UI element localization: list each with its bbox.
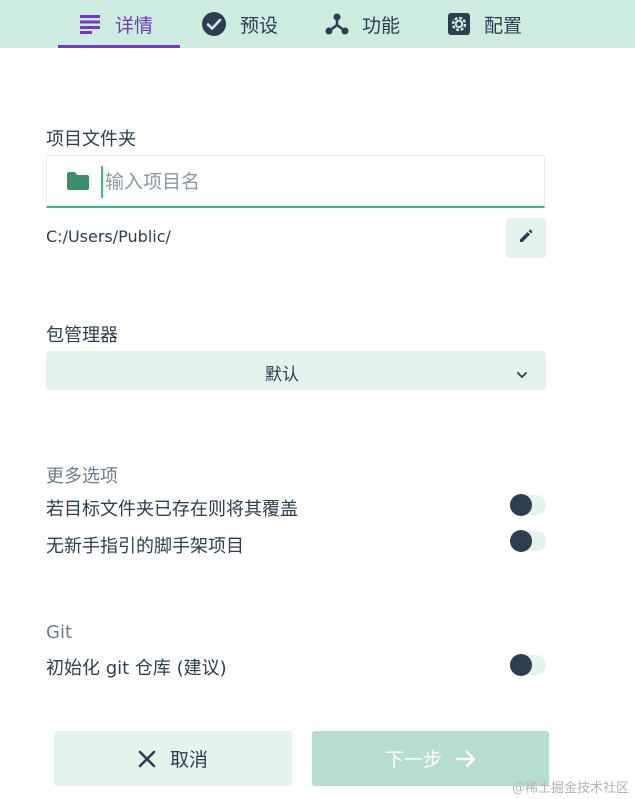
package-manager-select[interactable]: 默认 [46,351,546,390]
close-icon [138,750,156,768]
tab-config-label: 配置 [484,14,523,37]
folder-icon [67,172,89,194]
tab-config[interactable]: 配置 [447,0,522,48]
init-git-option-label: 初始化 git 仓库 (建议) [46,658,227,679]
tab-bar: 详情 预设 功能 配置 [0,0,635,48]
cancel-button-label: 取消 [169,749,208,771]
more-options-label: 更多选项 [46,466,118,487]
init-git-toggle[interactable] [510,654,546,676]
toggle-knob [510,530,532,552]
package-manager-value: 默认 [265,365,299,385]
project-name-field [46,155,545,208]
fork-icon [325,12,349,36]
tab-features-label: 功能 [362,14,401,37]
project-name-input[interactable] [101,166,527,198]
overwrite-toggle[interactable] [510,494,546,516]
tab-features[interactable]: 功能 [325,0,400,48]
active-tab-indicator [58,45,180,48]
tab-details[interactable]: 详情 [80,0,153,48]
cancel-button[interactable]: 取消 [54,731,292,786]
toggle-knob [510,494,532,516]
tab-details-label: 详情 [115,14,154,37]
details-icon [80,14,102,34]
tab-presets[interactable]: 预设 [201,0,278,48]
git-section-label: Git [46,622,73,643]
project-folder-label: 项目文件夹 [46,129,136,150]
chevron-down-icon [516,364,528,383]
edit-path-button[interactable] [506,218,546,258]
check-circle-icon [201,11,227,37]
arrow-right-icon [456,750,476,768]
toggle-knob [510,654,532,676]
no-guide-option-label: 无新手指引的脚手架项目 [46,536,244,557]
no-guide-toggle[interactable] [510,530,546,552]
watermark: @稀土掘金技术社区 [511,781,629,796]
pencil-icon [518,228,534,248]
overwrite-option-label: 若目标文件夹已存在则将其覆盖 [46,499,298,520]
next-step-button-label: 下一步 [384,749,442,771]
tab-presets-label: 预设 [240,14,279,37]
gear-icon [447,12,471,36]
project-path: C:/Users/Public/ [46,227,171,246]
package-manager-label: 包管理器 [46,325,118,346]
